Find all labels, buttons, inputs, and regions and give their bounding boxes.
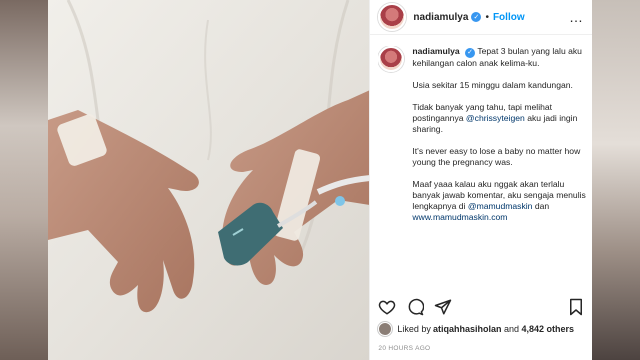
- heart-icon[interactable]: [378, 298, 396, 316]
- likes-middle: and: [501, 324, 522, 334]
- avatar[interactable]: [378, 3, 407, 31]
- likes-count[interactable]: 4,842 others: [521, 324, 574, 334]
- liker-avatar[interactable]: [378, 322, 393, 336]
- caption-verified-icon: ✓: [465, 47, 476, 58]
- header-username[interactable]: nadiamulya: [413, 12, 468, 23]
- instagram-post: nadiamulya ✓ • Follow … nadiamulya ✓ Tep…: [48, 0, 592, 360]
- caption-line-4: It's never easy to lose a baby no matter…: [412, 145, 581, 167]
- caption-username[interactable]: nadiamulya: [412, 46, 459, 56]
- follow-button[interactable]: Follow: [493, 12, 525, 23]
- post-side-panel: nadiamulya ✓ • Follow … nadiamulya ✓ Tep…: [369, 0, 592, 360]
- background-blur-left: [0, 0, 48, 360]
- background-blur-right: [592, 0, 640, 360]
- more-options-icon[interactable]: …: [569, 9, 584, 25]
- caption-line-5-post: dan: [532, 200, 550, 211]
- comment-icon[interactable]: [406, 298, 425, 316]
- post-header: nadiamulya ✓ • Follow …: [370, 0, 592, 35]
- share-icon[interactable]: [434, 298, 452, 316]
- caption-text: nadiamulya ✓ Tepat 3 bulan yang lalu aku…: [412, 46, 586, 290]
- caption-avatar[interactable]: [378, 46, 405, 72]
- mention-mamudmaskin[interactable]: @mamudmaskin: [468, 201, 533, 211]
- post-timestamp[interactable]: 20 HOURS AGO: [378, 345, 430, 352]
- verified-badge-icon: ✓: [471, 12, 482, 22]
- likes-prefix: Liked by: [397, 324, 431, 334]
- mention-chrissyteigen[interactable]: @chrissyteigen: [466, 113, 525, 123]
- post-photo[interactable]: [48, 0, 370, 360]
- separator-dot: •: [485, 11, 489, 23]
- bookmark-icon[interactable]: [568, 298, 584, 316]
- liker-username[interactable]: atiqahhasiholan: [433, 324, 502, 334]
- likes-summary: Liked by atiqahhasiholan and 4,842 other…: [378, 322, 586, 336]
- caption-link[interactable]: www.mamudmaskin.com: [412, 212, 507, 222]
- caption-line-2: Usia sekitar 15 minggu dalam kandungan.: [412, 79, 573, 90]
- action-bar: [378, 296, 584, 318]
- caption-area: nadiamulya ✓ Tepat 3 bulan yang lalu aku…: [378, 46, 586, 290]
- hospital-hands-image: [48, 0, 370, 360]
